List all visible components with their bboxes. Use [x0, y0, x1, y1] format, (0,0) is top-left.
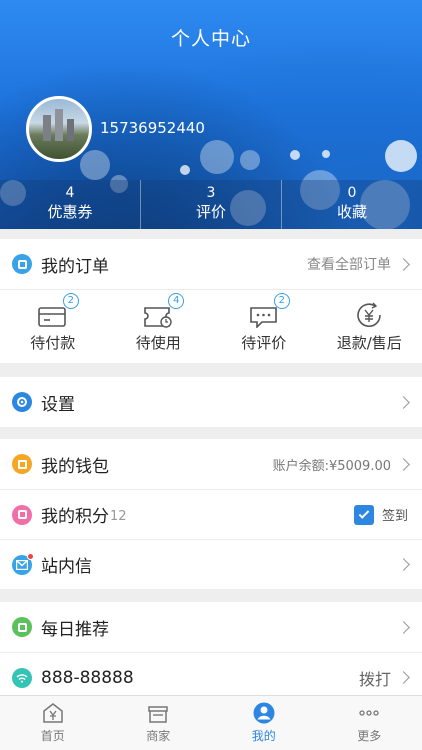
tab-more[interactable]: 更多	[317, 696, 422, 750]
stat-reviews[interactable]: 3 评价	[141, 180, 282, 229]
ticket-clock-icon: 4	[142, 293, 185, 328]
chevron-right-icon	[397, 620, 410, 634]
order-label: 待付款	[30, 334, 76, 352]
phone-signal-icon	[12, 667, 32, 688]
extra-section: 每日推荐 888-88888 拨打	[0, 602, 422, 702]
settings-label: 设置	[41, 394, 75, 415]
stat-count: 3	[206, 185, 216, 201]
order-label: 退款/售后	[336, 334, 402, 352]
orders-title: 我的订单	[41, 256, 109, 277]
order-label: 待评价	[241, 334, 287, 352]
order-badge: 4	[168, 293, 185, 309]
settings-row[interactable]: 设置	[0, 377, 422, 427]
mail-icon	[12, 552, 34, 575]
chevron-right-icon	[397, 395, 410, 409]
stat-label: 评价	[195, 203, 226, 221]
stat-coupons[interactable]: 4 优惠券	[0, 180, 141, 229]
stat-label: 收藏	[336, 203, 367, 221]
profile-header: 个人中心 15736952440 4 优惠券 3 评价 0 收藏	[0, 0, 422, 229]
user-icon	[253, 702, 275, 724]
dice-icon	[12, 617, 32, 637]
view-all-orders-link[interactable]: 查看全部订单	[307, 254, 391, 274]
stat-count: 4	[65, 185, 75, 201]
signin-label[interactable]: 签到	[382, 505, 408, 524]
order-list-icon	[12, 254, 32, 274]
home-yen-icon	[42, 702, 64, 724]
orders-row[interactable]: 我的订单 查看全部订单	[0, 239, 422, 289]
user-phone: 15736952440	[100, 119, 205, 137]
order-badge: 2	[273, 293, 290, 309]
chevron-right-icon	[397, 457, 410, 471]
chevron-right-icon	[397, 558, 410, 571]
tab-label: 首页	[40, 729, 65, 743]
points-label: 我的积分	[41, 507, 109, 527]
wallet-label: 我的钱包	[41, 456, 109, 477]
tab-label: 商家	[146, 729, 171, 743]
order-label: 待使用	[135, 334, 181, 352]
avatar[interactable]	[26, 96, 92, 162]
tab-label: 我的	[251, 729, 276, 743]
signin-checkbox[interactable]	[353, 504, 374, 525]
chat-bubble-icon: 2	[248, 293, 290, 329]
wallet-balance: 账户余额:¥5009.00	[272, 458, 391, 474]
call-button[interactable]: 拨打	[359, 666, 391, 690]
messages-label: 站内信	[41, 557, 92, 577]
wallet-row[interactable]: 我的钱包 账户余额:¥5009.00	[0, 439, 422, 489]
stat-label: 优惠券	[47, 203, 93, 221]
order-badge: 2	[62, 293, 79, 309]
order-to-review[interactable]: 2 待评价	[211, 290, 317, 363]
order-to-use[interactable]: 4 待使用	[106, 290, 212, 363]
order-refund[interactable]: 退款/售后	[317, 290, 422, 363]
recommend-label: 每日推荐	[41, 619, 109, 640]
orders-section: 我的订单 查看全部订单 2 待付款 4 待使用 2 待评价 退款/售后	[0, 239, 422, 363]
more-dots-icon	[358, 702, 380, 724]
tab-home[interactable]: 首页	[0, 696, 106, 750]
wallet-icon	[12, 454, 32, 474]
tab-label: 更多	[357, 729, 382, 743]
settings-section: 设置	[0, 377, 422, 427]
stats-bar: 4 优惠券 3 评价 0 收藏	[0, 180, 422, 229]
stat-count: 0	[347, 185, 357, 201]
order-status-bar: 2 待付款 4 待使用 2 待评价 退款/售后	[0, 289, 422, 363]
order-pending-payment[interactable]: 2 待付款	[0, 290, 106, 363]
gear-icon	[12, 392, 32, 412]
points-count: 12	[110, 508, 127, 524]
chevron-right-icon	[397, 257, 410, 271]
account-section: 我的钱包 账户余额:¥5009.00 我的积分 12 签到 站内信	[0, 439, 422, 589]
hotline-number: 888-88888	[41, 667, 134, 688]
chevron-right-icon	[397, 671, 410, 684]
gift-icon	[12, 504, 32, 525]
yen-refund-icon	[353, 302, 385, 328]
tab-merchants[interactable]: 商家	[106, 696, 212, 750]
stat-favorites[interactable]: 0 收藏	[282, 180, 422, 229]
bottom-tab-bar: 首页 商家 我的 更多	[0, 695, 422, 750]
recommend-row[interactable]: 每日推荐	[0, 602, 422, 652]
wallet-card-icon: 2	[37, 293, 79, 328]
messages-row[interactable]: 站内信	[0, 539, 422, 589]
page-title: 个人中心	[170, 28, 251, 50]
store-icon	[147, 702, 169, 724]
tab-mine[interactable]: 我的	[211, 696, 317, 750]
points-row[interactable]: 我的积分 12 签到	[0, 489, 422, 539]
unread-dot	[27, 552, 34, 560]
